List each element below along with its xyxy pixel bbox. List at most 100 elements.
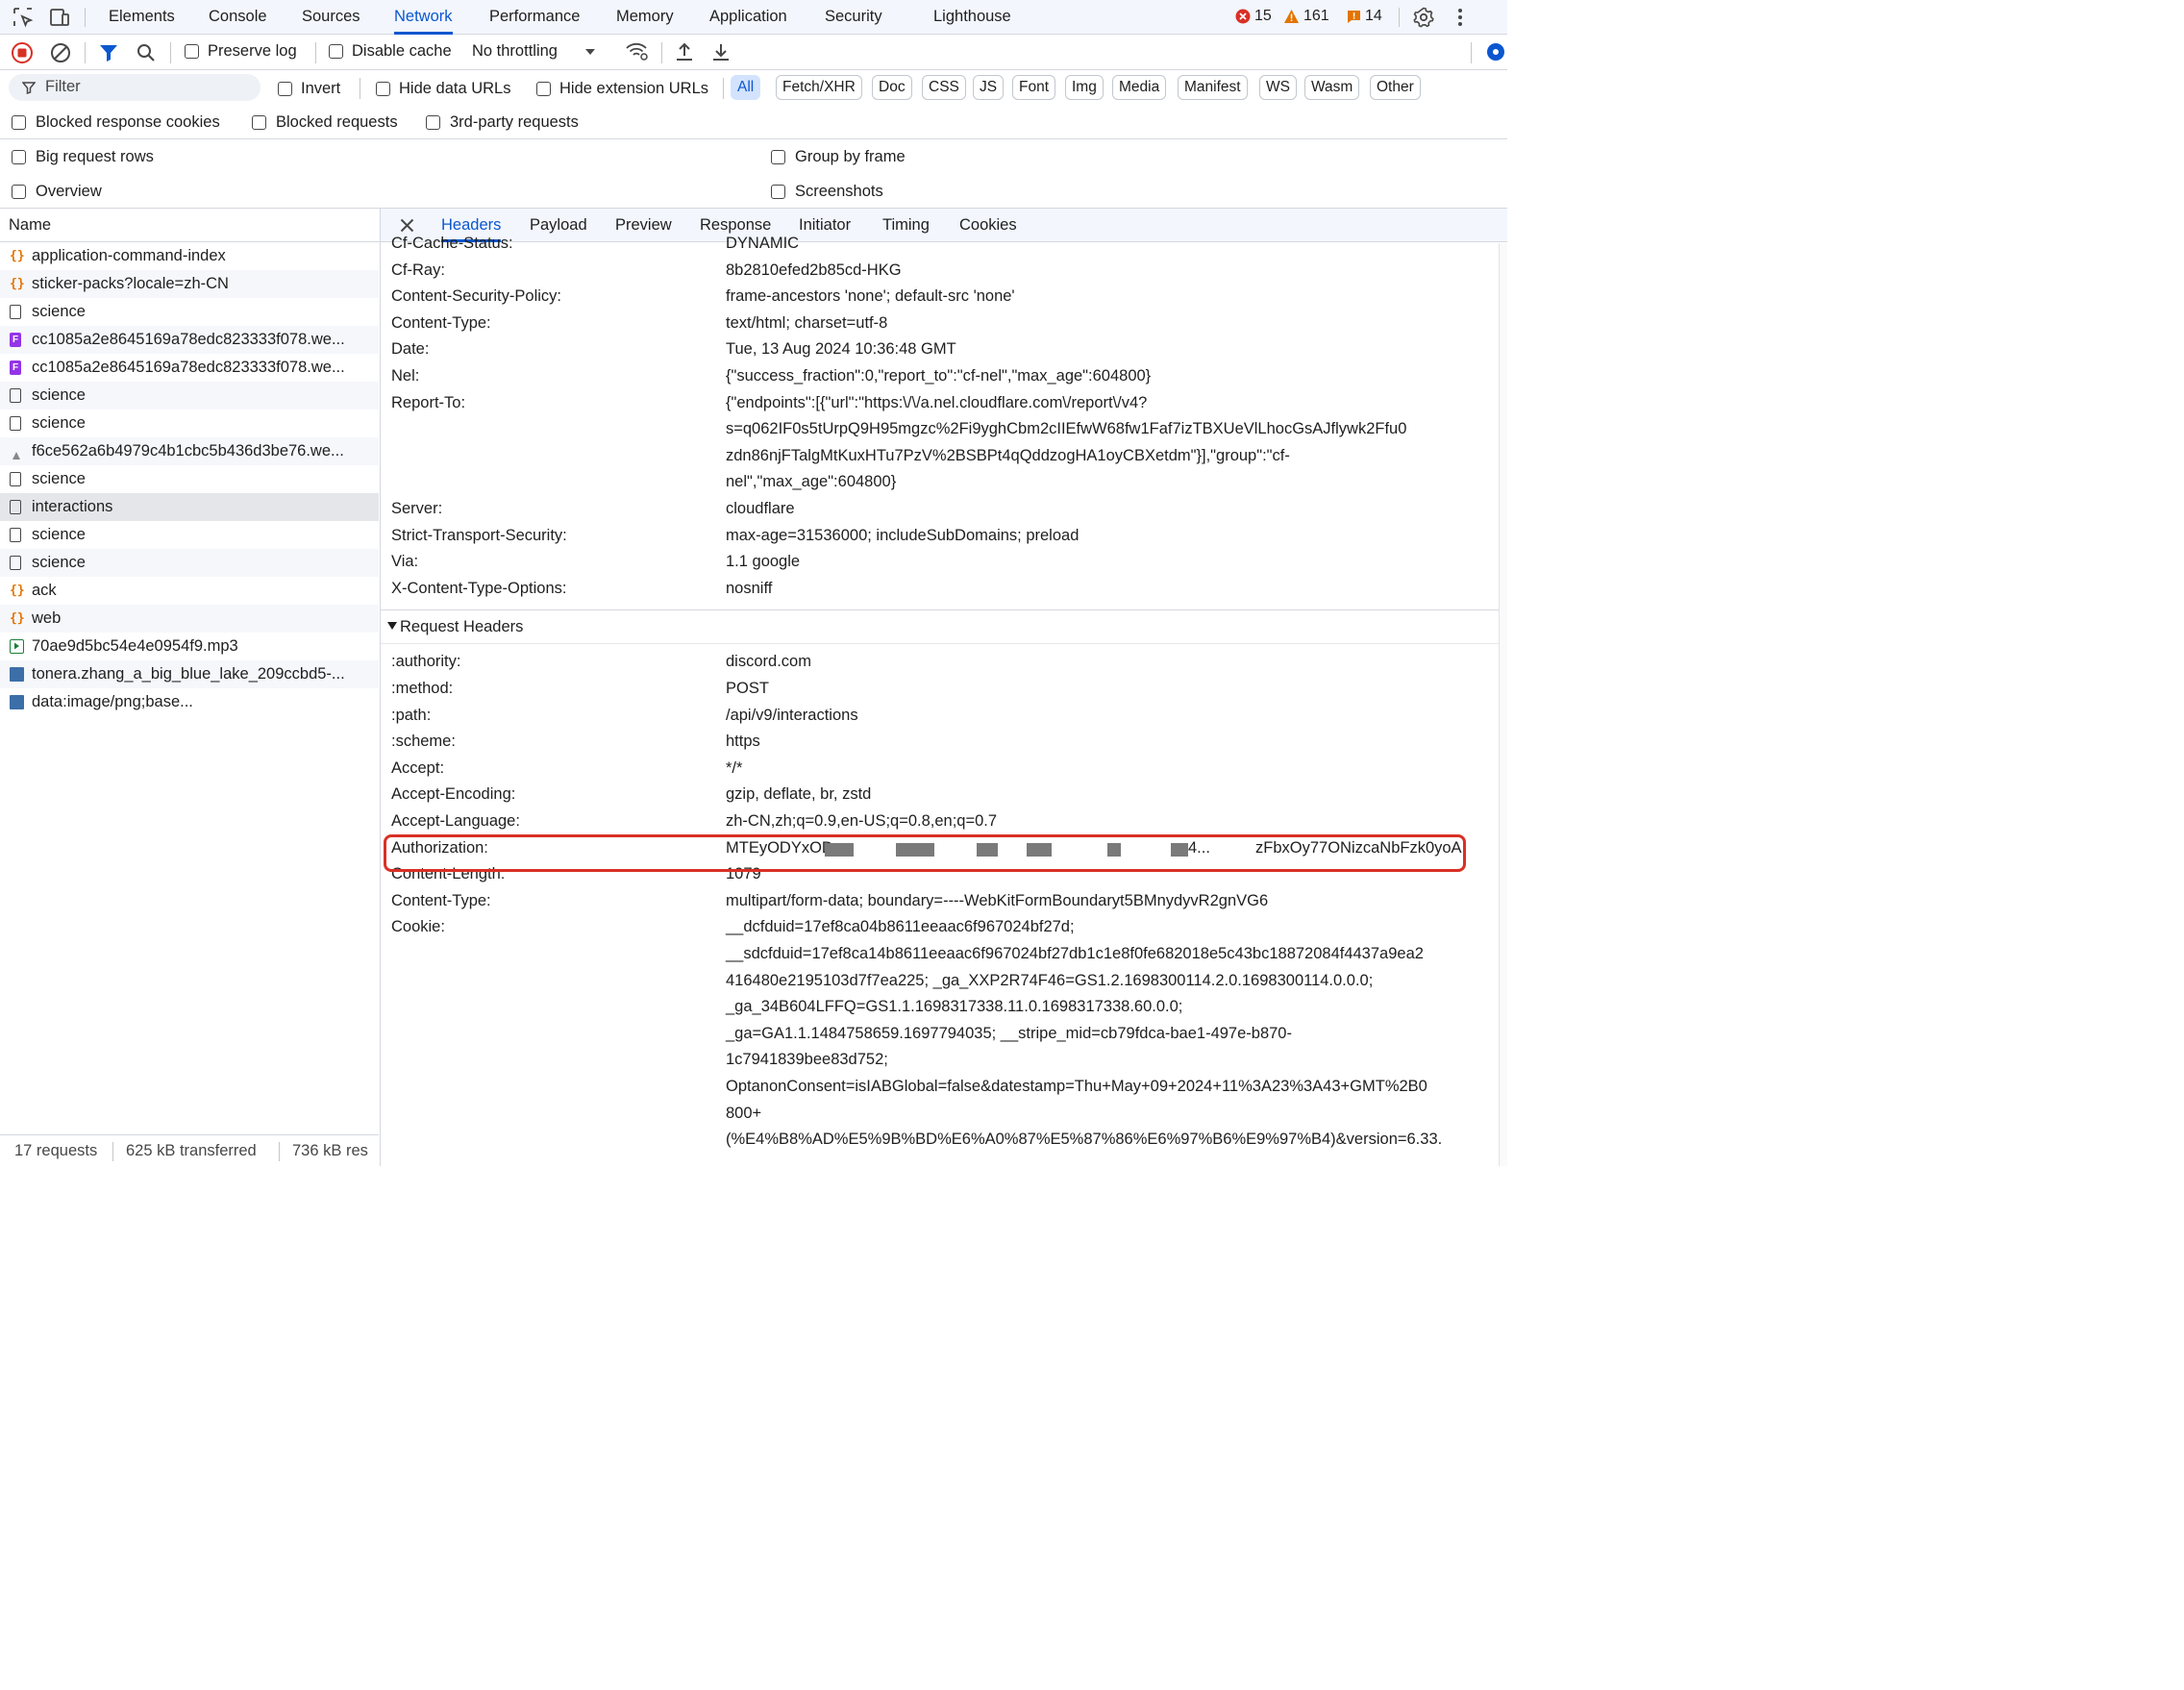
tab-sources[interactable]: Sources — [302, 0, 360, 35]
group-by-frame-checkbox[interactable]: Group by frame — [771, 148, 906, 166]
tab-cookies[interactable]: Cookies — [959, 209, 1017, 242]
header-value[interactable]: s=q062IF0s5tUrpQ9H95mgzc%2Fi9yghCbm2cIIE… — [726, 420, 1406, 438]
close-icon[interactable] — [400, 218, 414, 233]
type-filter-doc[interactable]: Doc — [872, 75, 912, 100]
filter-funnel-icon[interactable] — [98, 42, 119, 63]
header-value[interactable]: /api/v9/interactions — [726, 707, 858, 725]
overview-checkbox[interactable]: Overview — [12, 183, 102, 201]
request-row[interactable]: Fcc1085a2e8645169a78edc823333f078.we... — [0, 354, 379, 382]
tab-performance[interactable]: Performance — [489, 0, 580, 35]
hide-data-urls-checkbox[interactable]: Hide data URLs — [376, 80, 510, 98]
preserve-log-checkbox[interactable]: Preserve log — [185, 42, 297, 61]
checkbox-box[interactable] — [376, 82, 390, 96]
type-filter-img[interactable]: Img — [1065, 75, 1104, 100]
tab-console[interactable]: Console — [209, 0, 267, 35]
checkbox-box[interactable] — [252, 115, 266, 130]
settings-gear-icon[interactable] — [1412, 6, 1435, 29]
request-row[interactable]: f6ce562a6b4979c4b1cbc5b436d3be76.we... — [0, 437, 379, 465]
tab-elements[interactable]: Elements — [109, 0, 175, 35]
checkbox-box[interactable] — [12, 150, 26, 164]
header-value[interactable]: (%E4%B8%AD%E5%9B%BD%E6%A0%87%E5%87%86%E6… — [726, 1131, 1442, 1149]
header-value[interactable]: max-age=31536000; includeSubDomains; pre… — [726, 527, 1079, 545]
name-column-header[interactable]: Name — [0, 209, 380, 242]
request-row[interactable]: {} sticker-packs?locale=zh-CN — [0, 270, 379, 298]
warning-count[interactable]: 161 — [1283, 8, 1329, 25]
search-icon[interactable] — [135, 41, 158, 64]
stop-recording-icon[interactable] — [11, 41, 34, 64]
header-value[interactable]: _ga=GA1.1.1484758659.1697794035; __strip… — [726, 1025, 1292, 1043]
filter-input[interactable]: Filter — [9, 74, 261, 101]
disable-cache-checkbox[interactable]: Disable cache — [329, 42, 452, 61]
checkbox-box[interactable] — [185, 44, 199, 59]
header-value[interactable]: OptanonConsent=isIABGlobal=false&datesta… — [726, 1078, 1427, 1096]
header-value[interactable]: Tue, 13 Aug 2024 10:36:48 GMT — [726, 340, 956, 359]
tab-security[interactable]: Security — [825, 0, 882, 35]
header-value[interactable]: */* — [726, 759, 742, 778]
header-value[interactable]: multipart/form-data; boundary=----WebKit… — [726, 892, 1268, 910]
header-value[interactable]: 416480e2195103d7f7ea225; _ga_XXP2R74F46=… — [726, 972, 1373, 990]
checkbox-box[interactable] — [329, 44, 343, 59]
blocked-response-cookies-checkbox[interactable]: Blocked response cookies — [12, 113, 220, 132]
checkbox-box[interactable] — [12, 185, 26, 199]
issue-count[interactable]: 14 — [1347, 8, 1382, 25]
type-filter-other[interactable]: Other — [1370, 75, 1421, 100]
type-filter-manifest[interactable]: Manifest — [1178, 75, 1248, 100]
checkbox-box[interactable] — [278, 82, 292, 96]
third-party-requests-checkbox[interactable]: 3rd-party requests — [426, 113, 579, 132]
request-headers-section[interactable]: Request Headers — [381, 609, 1501, 645]
tab-network[interactable]: Network — [394, 0, 453, 35]
header-value[interactable]: https — [726, 733, 760, 751]
type-filter-fetch-xhr[interactable]: Fetch/XHR — [776, 75, 862, 100]
header-value[interactable]: gzip, deflate, br, zstd — [726, 785, 871, 804]
tab-timing[interactable]: Timing — [882, 209, 930, 242]
tab-lighthouse[interactable]: Lighthouse — [933, 0, 1011, 35]
checkbox-box[interactable] — [426, 115, 440, 130]
header-value[interactable]: {"success_fraction":0,"report_to":"cf-ne… — [726, 367, 1151, 385]
request-row[interactable]: {} ack — [0, 577, 379, 605]
tab-payload[interactable]: Payload — [530, 209, 587, 242]
type-filter-font[interactable]: Font — [1012, 75, 1056, 100]
big-request-rows-checkbox[interactable]: Big request rows — [12, 148, 154, 166]
tab-preview[interactable]: Preview — [615, 209, 672, 242]
clear-icon[interactable] — [49, 41, 72, 64]
inspect-element-icon[interactable] — [12, 6, 35, 29]
header-value[interactable]: 1c7941839bee83d752; — [726, 1051, 888, 1069]
request-row[interactable]: science — [0, 410, 379, 437]
header-value[interactable]: zdn86njFTalgMtKuxHTu7PzV%2BSBPt4qQddzogH… — [726, 447, 1290, 465]
header-value[interactable]: nel","max_age":604800} — [726, 473, 896, 491]
header-value[interactable]: cloudflare — [726, 500, 795, 518]
header-value[interactable]: discord.com — [726, 653, 811, 671]
header-value[interactable]: 1.1 google — [726, 553, 800, 571]
more-options-icon[interactable] — [1449, 6, 1472, 29]
network-settings-gear-icon[interactable] — [1484, 40, 1507, 63]
import-har-icon[interactable] — [673, 40, 696, 63]
throttling-select[interactable]: No throttling — [472, 42, 596, 61]
header-value[interactable]: {"endpoints":[{"url":"https:\/\/a.nel.cl… — [726, 394, 1147, 412]
type-filter-all[interactable]: All — [731, 75, 761, 100]
request-row[interactable]: science — [0, 382, 379, 410]
request-row[interactable]: {} web — [0, 605, 379, 633]
invert-checkbox[interactable]: Invert — [278, 80, 340, 98]
type-filter-wasm[interactable]: Wasm — [1304, 75, 1360, 100]
tab-application[interactable]: Application — [709, 0, 787, 35]
export-har-icon[interactable] — [709, 40, 732, 63]
header-value[interactable]: 800+ — [726, 1105, 761, 1123]
network-conditions-icon[interactable] — [625, 40, 650, 63]
request-row[interactable]: science — [0, 549, 379, 577]
scrollbar[interactable] — [1499, 243, 1507, 1166]
header-value[interactable]: text/html; charset=utf-8 — [726, 314, 887, 333]
request-row[interactable]: interactions — [0, 493, 379, 521]
header-value[interactable]: nosniff — [726, 580, 772, 598]
type-filter-ws[interactable]: WS — [1259, 75, 1297, 100]
tab-initiator[interactable]: Initiator — [799, 209, 851, 242]
request-row[interactable]: Fcc1085a2e8645169a78edc823333f078.we... — [0, 326, 379, 354]
header-value[interactable]: 8b2810efed2b85cd-HKG — [726, 261, 902, 280]
device-toolbar-icon[interactable] — [48, 6, 71, 29]
header-value[interactable]: zh-CN,zh;q=0.9,en-US;q=0.8,en;q=0.7 — [726, 812, 997, 831]
request-row[interactable]: data:image/png;base... — [0, 688, 379, 716]
hide-extension-urls-checkbox[interactable]: Hide extension URLs — [536, 80, 708, 98]
request-row[interactable]: science — [0, 465, 379, 493]
blocked-requests-checkbox[interactable]: Blocked requests — [252, 113, 398, 132]
header-value[interactable]: POST — [726, 680, 769, 698]
checkbox-box[interactable] — [771, 185, 785, 199]
